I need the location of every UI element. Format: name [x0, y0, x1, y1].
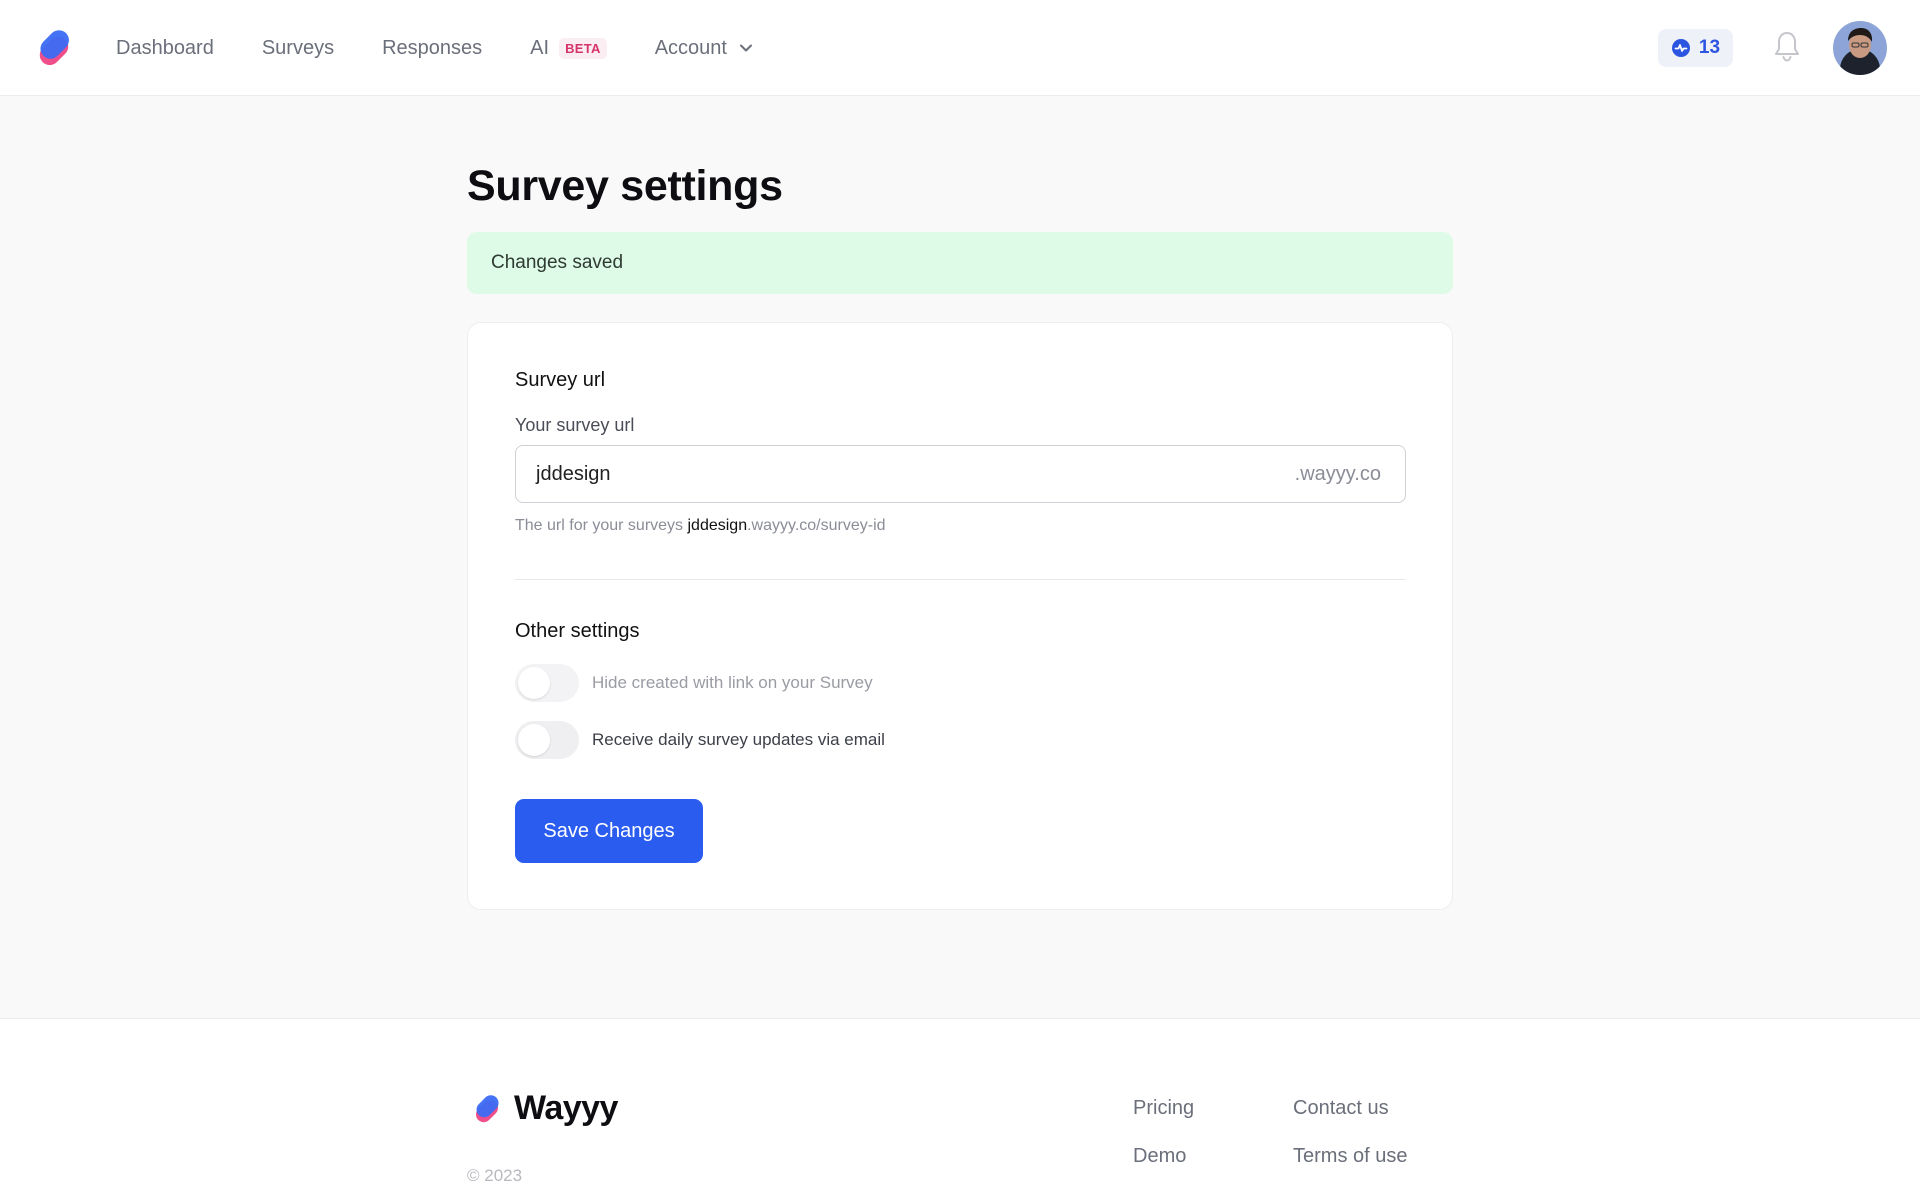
hint-prefix: The url for your surveys [515, 517, 688, 534]
activity-icon [1671, 39, 1690, 57]
survey-url-suffix: .wayyy.co [1294, 462, 1381, 485]
toggle-knob [518, 667, 550, 699]
hint-subdomain: jddesign [687, 517, 748, 534]
daily-updates-toggle[interactable] [515, 721, 579, 759]
footer-brand-name: Wayyy [514, 1089, 618, 1127]
survey-url-value[interactable]: jddesign [536, 463, 611, 486]
toggle-row-daily-updates: Receive daily survey updates via email [515, 721, 885, 759]
app-logo[interactable] [32, 26, 76, 70]
credits-count: 13 [1698, 37, 1721, 58]
nav-responses-label: Responses [382, 36, 483, 59]
main-nav: Dashboard Surveys Responses AI BETA Acco… [116, 0, 755, 96]
nav-dashboard[interactable]: Dashboard [116, 37, 214, 60]
footer-link-pricing[interactable]: Pricing [1133, 1097, 1194, 1120]
nav-responses[interactable]: Responses [382, 37, 482, 60]
nav-surveys-label: Surveys [261, 36, 335, 59]
footer-link-contact[interactable]: Contact us [1293, 1097, 1389, 1120]
nav-account-label: Account [654, 36, 727, 59]
copyright: © 2023 [467, 1166, 523, 1185]
section-divider [515, 579, 1406, 580]
hide-created-with-toggle[interactable] [515, 664, 579, 702]
success-alert-text: Changes saved [491, 252, 624, 273]
nav-ai[interactable]: AI BETA [530, 37, 607, 60]
survey-url-field-label: Your survey url [515, 415, 635, 435]
footer-logo[interactable]: Wayyy [470, 1089, 618, 1128]
success-alert: Changes saved [467, 232, 1453, 294]
hide-created-with-label: Hide created with link on your Survey [592, 673, 873, 692]
chevron-down-icon [739, 44, 752, 52]
credits-badge[interactable]: 13 [1658, 29, 1733, 67]
footer-logo-mark [475, 1094, 499, 1122]
user-avatar[interactable] [1833, 21, 1887, 75]
nav-account-dropdown[interactable]: Account [655, 37, 755, 60]
footer: Wayyy © 2023 Pricing Demo Contact us Ter… [0, 1018, 1920, 1200]
survey-url-hint: The url for your surveys jddesign.wayyy.… [515, 517, 886, 535]
bell-icon[interactable] [1772, 30, 1802, 64]
other-settings-section-title: Other settings [515, 620, 640, 642]
toggle-knob [518, 724, 550, 756]
daily-updates-label: Receive daily survey updates via email [592, 730, 885, 749]
nav-ai-label: AI [530, 36, 550, 59]
save-changes-button[interactable]: Save Changes [515, 799, 703, 863]
beta-badge: BETA [559, 37, 607, 59]
survey-url-section-title: Survey url [515, 369, 606, 391]
survey-url-input[interactable]: jddesign .wayyy.co [515, 445, 1406, 503]
footer-link-terms[interactable]: Terms of use [1293, 1145, 1407, 1168]
hint-suffix: .wayyy.co/survey-id [747, 517, 886, 534]
settings-card: Survey url Your survey url jddesign .way… [467, 322, 1453, 910]
toggle-row-hide-created-with: Hide created with link on your Survey [515, 664, 873, 702]
page-title: Survey settings [467, 162, 783, 210]
footer-link-demo[interactable]: Demo [1133, 1145, 1186, 1168]
nav-dashboard-label: Dashboard [116, 36, 214, 59]
top-nav-bar: Dashboard Surveys Responses AI BETA Acco… [0, 0, 1920, 96]
nav-surveys[interactable]: Surveys [262, 37, 334, 60]
